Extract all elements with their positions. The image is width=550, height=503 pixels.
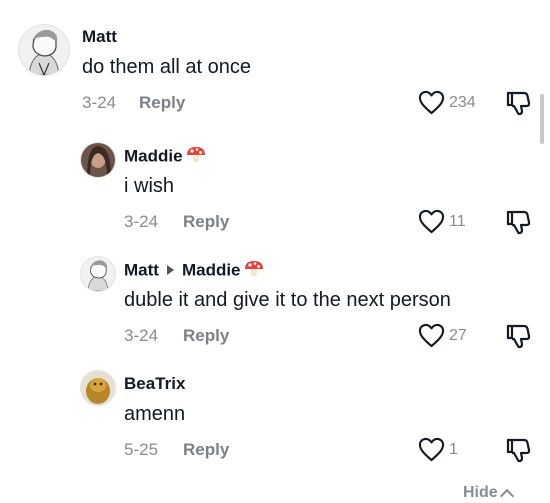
replying-to-name: Maddie (181, 260, 241, 280)
reply-button[interactable]: Reply (183, 326, 229, 346)
avatar[interactable] (80, 370, 116, 406)
anime-avatar-icon (81, 257, 115, 291)
avatar[interactable] (18, 24, 70, 76)
heart-icon (418, 323, 445, 348)
reply-button[interactable]: Reply (183, 440, 229, 460)
thumbs-down-icon (506, 438, 531, 463)
author-name: Maddie (124, 146, 183, 166)
comment-text: do them all at once (82, 56, 251, 78)
mushroom-icon (244, 260, 264, 282)
like-count: 1 (449, 440, 458, 458)
avatar[interactable] (80, 256, 116, 292)
scrollbar[interactable] (540, 94, 544, 144)
heart-icon (418, 90, 445, 115)
comment-text: amenn (124, 403, 186, 425)
reply-button[interactable]: Reply (139, 93, 185, 113)
comment-date: 3-24 (124, 326, 159, 345)
heart-icon (418, 209, 445, 234)
comment-text: duble it and give it to the next person (124, 289, 451, 311)
like-button[interactable]: 234 (418, 90, 476, 115)
like-button[interactable]: 11 (418, 209, 466, 234)
dislike-button[interactable] (505, 209, 531, 235)
reply-arrow-icon (166, 265, 174, 275)
reply-button[interactable]: Reply (183, 212, 229, 232)
thumbs-down-icon (506, 210, 531, 235)
thumbs-down-icon (506, 324, 531, 349)
golden-figure-avatar-icon (81, 371, 115, 405)
comment-text: i wish (124, 175, 175, 197)
dislike-button[interactable] (505, 90, 531, 116)
mushroom-icon (186, 146, 206, 168)
comment-author[interactable]: Matt (82, 27, 117, 47)
hide-replies-button[interactable]: Hide (463, 484, 514, 503)
heart-icon (418, 437, 445, 462)
anime-avatar-icon (19, 25, 69, 75)
comment-date: 5-25 (124, 440, 159, 459)
hide-label: Hide (463, 484, 498, 501)
comment-author[interactable]: BeaTrix (124, 374, 185, 394)
comment-author[interactable]: Maddie (124, 146, 206, 168)
like-count: 11 (449, 212, 466, 230)
avatar[interactable] (80, 142, 116, 178)
dislike-button[interactable] (505, 323, 531, 349)
photo-avatar-icon (81, 143, 115, 177)
chevron-up-icon (499, 488, 514, 503)
like-button[interactable]: 27 (418, 323, 467, 348)
like-button[interactable]: 1 (418, 437, 458, 462)
comment-date: 3-24 (124, 212, 159, 231)
like-count: 27 (449, 326, 467, 344)
dislike-button[interactable] (505, 437, 531, 463)
thumbs-down-icon (506, 91, 531, 116)
comment-author[interactable]: Matt Maddie (124, 260, 264, 282)
comment-date: 3-24 (82, 93, 117, 112)
author-name: Matt (124, 260, 159, 280)
like-count: 234 (449, 93, 476, 111)
